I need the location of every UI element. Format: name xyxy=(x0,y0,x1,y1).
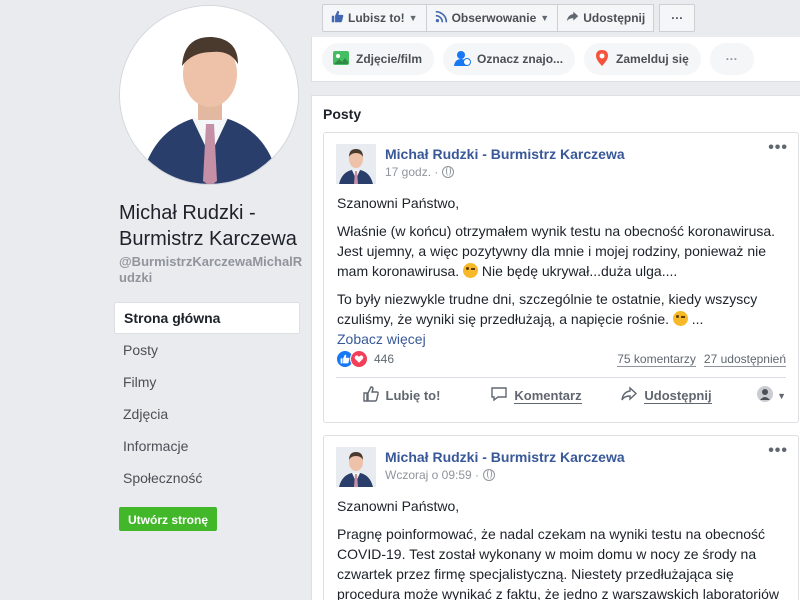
author-avatar[interactable] xyxy=(336,144,376,184)
share-arrow-icon xyxy=(566,10,579,26)
post-timestamp[interactable]: 17 godz. · xyxy=(385,165,455,179)
nav-item-posts[interactable]: Posty xyxy=(114,334,300,366)
more-options-button[interactable]: ··· xyxy=(659,4,696,32)
tag-friends-label: Oznacz znajo... xyxy=(477,52,564,66)
wink-emoji-icon xyxy=(463,263,479,278)
composer-more-button[interactable]: ··· xyxy=(709,43,754,75)
like-button[interactable]: Lubię to! xyxy=(336,385,466,406)
post-options-icon[interactable]: ••• xyxy=(768,442,788,460)
wink-emoji-icon xyxy=(672,311,688,326)
check-in-label: Zamelduj się xyxy=(616,52,689,66)
chevron-down-icon: ▼ xyxy=(408,13,418,23)
tag-person-icon xyxy=(453,49,472,70)
profile-picture[interactable] xyxy=(119,5,299,185)
post-time-text: 17 godz. · xyxy=(385,165,439,179)
share-button[interactable]: Udostępnij xyxy=(606,385,726,406)
viewer-as-selector[interactable]: ▼ xyxy=(757,386,786,405)
post-stats: 75 komentarzy 27 udostępnień xyxy=(617,352,786,367)
more-dots-icon: ··· xyxy=(671,11,684,25)
post-paragraph: Właśnie (w końcu) otrzymałem wynik testu… xyxy=(337,221,788,281)
share-label: Udostępnij xyxy=(644,387,712,404)
globe-icon xyxy=(483,469,496,481)
photo-video-label: Zdjęcie/film xyxy=(356,52,423,66)
globe-icon xyxy=(442,166,455,178)
nav-item-about[interactable]: Informacje xyxy=(114,430,300,462)
nav-item-community[interactable]: Społeczność xyxy=(114,462,300,494)
share-page-button[interactable]: Udostępnij xyxy=(557,4,655,32)
post-paragraph-tail: Nie będę ukrywał...duża ulga.... xyxy=(478,263,678,279)
posts-panel: Posty Michał Rudzki - Burmistrz Karczewa… xyxy=(311,95,800,600)
post-author-link[interactable]: Michał Rudzki - Burmistrz Karczewa xyxy=(385,146,625,162)
more-dots-icon: ··· xyxy=(725,52,738,66)
like-page-label: Lubisz to! xyxy=(348,11,405,25)
post-paragraph-tail: ... xyxy=(687,311,704,327)
see-more-link[interactable]: Zobacz więcej xyxy=(337,329,788,349)
author-avatar[interactable] xyxy=(336,447,376,487)
post-paragraph: To były niezwykle trudne dni, szczególni… xyxy=(337,289,788,329)
post-timestamp[interactable]: Wczoraj o 09:59 · xyxy=(385,468,496,482)
comment-label: Komentarz xyxy=(514,387,582,404)
thumbs-up-outline-icon xyxy=(362,385,380,406)
follow-button[interactable]: Obserwowanie ▼ xyxy=(425,4,559,32)
create-page-button[interactable]: Utwórz stronę xyxy=(119,507,218,531)
share-page-label: Udostępnij xyxy=(583,11,646,25)
post-text: Szanowni Państwo, Właśnie (w końcu) otrz… xyxy=(337,193,788,349)
nav-item-home[interactable]: Strona główna xyxy=(114,302,300,334)
post: Michał Rudzki - Burmistrz Karczewa Wczor… xyxy=(323,435,799,600)
post-time-text: Wczoraj o 09:59 · xyxy=(385,468,480,482)
post-text: Szanowni Państwo, Pragnę poinformować, ż… xyxy=(337,496,788,600)
post-action-bar: Lubię to! Komentarz Udostępnij ▼ xyxy=(336,377,786,413)
nav-item-videos[interactable]: Filmy xyxy=(114,366,300,398)
nav-item-photos[interactable]: Zdjęcia xyxy=(114,398,300,430)
avatar-small-icon xyxy=(757,386,774,405)
reaction-count[interactable]: 446 xyxy=(374,352,394,366)
share-arrow-icon xyxy=(620,385,638,406)
chevron-down-icon: ▼ xyxy=(777,390,786,401)
page-handle: @BurmistrzKarczewaMichalRudzki xyxy=(119,254,303,285)
post: Michał Rudzki - Burmistrz Karczewa 17 go… xyxy=(323,132,799,423)
reactions-bar: 446 75 komentarzy 27 udostępnień xyxy=(336,348,786,370)
page-name[interactable]: Michał Rudzki - Burmistrz Karczewa xyxy=(119,200,309,252)
page-action-bar: Lubisz to! ▼ Obserwowanie ▼ Udostępnij ·… xyxy=(322,4,696,32)
like-label: Lubię to! xyxy=(385,388,441,403)
left-navigation: Strona główna Posty Filmy Zdjęcia Inform… xyxy=(114,302,300,494)
posts-section-title: Posty xyxy=(323,106,362,122)
post-greeting: Szanowni Państwo, xyxy=(337,498,460,514)
check-in-button[interactable]: Zamelduj się xyxy=(584,43,701,75)
follow-label: Obserwowanie xyxy=(451,11,537,25)
rss-icon xyxy=(435,10,448,26)
composer-actions: Zdjęcie/film Oznacz znajo... Zamelduj si… xyxy=(311,37,800,82)
location-pin-icon xyxy=(594,49,610,70)
post-author-link[interactable]: Michał Rudzki - Burmistrz Karczewa xyxy=(385,449,625,465)
post-paragraph: Pragnę poinformować, że nadal czekam na … xyxy=(337,526,779,600)
post-greeting: Szanowni Państwo, xyxy=(337,195,460,211)
comment-bubble-icon xyxy=(490,385,508,406)
photo-icon xyxy=(332,49,350,70)
thumbs-up-icon xyxy=(331,10,344,26)
like-page-button[interactable]: Lubisz to! ▼ xyxy=(322,4,427,32)
chevron-down-icon: ▼ xyxy=(540,13,550,23)
comments-count-link[interactable]: 75 komentarzy xyxy=(617,352,696,367)
post-options-icon[interactable]: ••• xyxy=(768,139,788,157)
photo-video-button[interactable]: Zdjęcie/film xyxy=(322,43,435,75)
shares-count-link[interactable]: 27 udostępnień xyxy=(703,352,786,367)
comment-button[interactable]: Komentarz xyxy=(466,385,606,406)
love-reaction-icon[interactable] xyxy=(350,350,368,368)
tag-friends-button[interactable]: Oznacz znajo... xyxy=(443,43,576,75)
